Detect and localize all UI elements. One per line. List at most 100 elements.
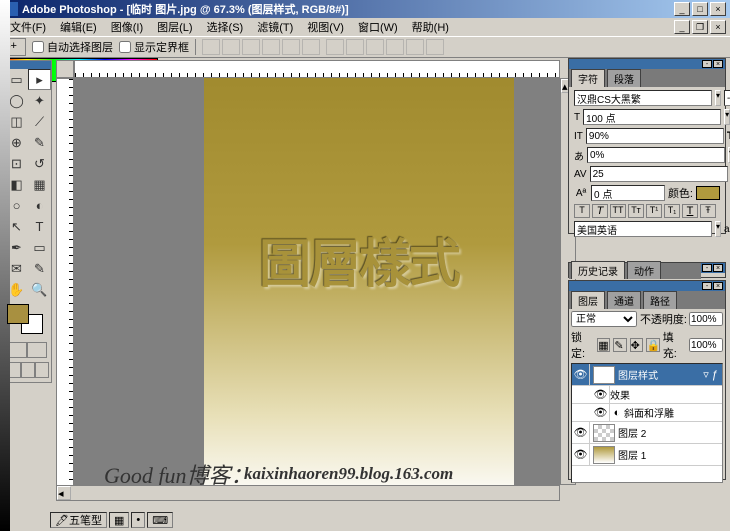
tab-layers[interactable]: 图层	[571, 291, 605, 309]
tab-paths[interactable]: 路径	[643, 291, 677, 309]
lock-all-icon[interactable]: 🔒	[646, 338, 660, 352]
layer-effect-group[interactable]: 👁 效果	[572, 386, 722, 404]
menu-select[interactable]: 选择(S)	[201, 18, 250, 36]
eyedropper-tool[interactable]: ✎	[28, 258, 51, 279]
standard-mode-icon[interactable]	[7, 342, 27, 358]
font-family-input[interactable]	[574, 90, 712, 106]
canvas-text-layer[interactable]: 圖層樣式	[204, 222, 514, 297]
layer-thumb-type-icon: T	[593, 366, 615, 384]
menu-file[interactable]: 文件(F)	[4, 18, 52, 36]
font-size-input[interactable]	[583, 109, 721, 125]
horizontal-scrollbar[interactable]: ◂	[56, 485, 560, 501]
layers-panel-grip[interactable]: -×	[569, 281, 725, 291]
vscale-icon: IT	[574, 131, 583, 142]
color-swatches[interactable]	[7, 304, 47, 338]
blend-mode-select[interactable]: 正常	[571, 311, 637, 327]
character-panel-grip[interactable]: -×	[569, 59, 725, 69]
menu-image[interactable]: 图像(I)	[105, 18, 149, 36]
subscript-button[interactable]: T₁	[664, 204, 680, 218]
tab-channels[interactable]: 通道	[607, 291, 641, 309]
scroll-left-button[interactable]: ◂	[57, 486, 71, 500]
history-brush-tool[interactable]: ↺	[28, 153, 51, 174]
font-dropdown-button[interactable]: ▾	[715, 90, 721, 106]
layer-item-1[interactable]: 👁 图层 1	[572, 444, 722, 466]
brush-tool[interactable]: ✎	[28, 132, 51, 153]
screen-mode-3[interactable]	[35, 362, 49, 378]
tab-actions[interactable]: 动作	[627, 261, 661, 279]
menu-layer[interactable]: 图层(L)	[151, 18, 198, 36]
underline-button[interactable]: T	[682, 204, 698, 218]
ime-indicator[interactable]: 🖊 五笔型	[50, 512, 107, 528]
opacity-input[interactable]	[689, 312, 723, 326]
move-tool[interactable]: ▸	[28, 69, 51, 90]
language-select[interactable]	[574, 221, 712, 237]
bold-button[interactable]: T	[574, 204, 590, 218]
horizontal-ruler[interactable]	[74, 60, 560, 78]
visibility-toggle[interactable]: 👁	[572, 364, 590, 385]
type-tool[interactable]: T	[28, 216, 51, 237]
layer-item-2[interactable]: 👁 图层 2	[572, 422, 722, 444]
menu-window[interactable]: 窗口(W)	[352, 18, 404, 36]
fg-color-swatch[interactable]	[7, 304, 29, 324]
tab-character[interactable]: 字符	[571, 69, 605, 87]
show-bounds-checkbox[interactable]: 显示定界框	[119, 39, 189, 55]
slice-tool[interactable]: ⟋	[28, 111, 51, 132]
menu-help[interactable]: 帮助(H)	[406, 18, 455, 36]
baseline-input[interactable]	[591, 185, 665, 201]
layer-item-text[interactable]: 👁 T 图层样式 ▿ ƒ	[572, 364, 722, 386]
panel-close-icon[interactable]: ×	[713, 60, 723, 68]
menu-edit[interactable]: 编辑(E)	[54, 18, 103, 36]
dodge-tool[interactable]: ◐	[28, 195, 51, 216]
ime-mode-1[interactable]: ▦	[109, 512, 129, 528]
screen-mode-2[interactable]	[21, 362, 35, 378]
quickmask-mode-icon[interactable]	[27, 342, 47, 358]
canvas-area[interactable]: 圖層樣式 Good fun博客： kaixinhaoren99.blog.163…	[74, 78, 560, 501]
lock-transparency-icon[interactable]: ▦	[597, 338, 610, 352]
doc-restore-button[interactable]: ❐	[692, 20, 708, 34]
doc-minimize-button[interactable]: _	[674, 20, 690, 34]
italic-button[interactable]: T	[592, 204, 608, 218]
vertical-ruler[interactable]	[56, 78, 74, 501]
layer-thumb	[593, 424, 615, 442]
layer-fx-indicator[interactable]: ▿ ƒ	[699, 368, 722, 381]
tab-paragraph[interactable]: 段落	[607, 69, 641, 87]
layer-effect-bevel[interactable]: 👁 ◐ 斜面和浮雕	[572, 404, 722, 422]
toolbox-grip[interactable]	[5, 61, 51, 69]
lock-position-icon[interactable]: ✥	[630, 338, 643, 352]
fill-input[interactable]	[689, 338, 723, 352]
statusbar: 🖊 五笔型 ▦ • ⌨	[50, 511, 173, 529]
auto-select-checkbox[interactable]: 自动选择图层	[32, 39, 113, 55]
smallcaps-button[interactable]: Tᴛ	[628, 204, 644, 218]
maximize-button[interactable]: □	[692, 2, 708, 16]
window-title: Adobe Photoshop - [临时 图片.jpg @ 67.3% (图层…	[22, 1, 674, 17]
distribute-buttons[interactable]	[326, 39, 444, 55]
ime-mode-2[interactable]: •	[131, 512, 145, 528]
align-buttons[interactable]	[202, 39, 320, 55]
menu-filter[interactable]: 滤镜(T)	[251, 18, 299, 36]
gradient-tool[interactable]: ▦	[28, 174, 51, 195]
tracking-a-input[interactable]	[587, 147, 725, 163]
doc-close-button[interactable]: ×	[710, 20, 726, 34]
vscale-input[interactable]	[586, 128, 724, 144]
text-color-swatch[interactable]	[696, 186, 720, 200]
font-style-input[interactable]	[724, 90, 730, 106]
lock-paint-icon[interactable]: ✎	[613, 338, 626, 352]
menu-view[interactable]: 视图(V)	[301, 18, 350, 36]
superscript-button[interactable]: T¹	[646, 204, 662, 218]
wand-tool[interactable]: ✦	[28, 90, 51, 111]
shape-tool[interactable]: ▭	[28, 237, 51, 258]
panel-minimize-icon[interactable]: -	[702, 60, 712, 68]
ime-mode-3[interactable]: ⌨	[147, 512, 173, 528]
zoom-tool[interactable]: 🔍	[28, 279, 51, 300]
layer-list: 👁 T 图层样式 ▿ ƒ 👁 效果 👁 ◐ 斜面和浮雕 👁 图层 2 👁	[571, 363, 723, 483]
minimize-button[interactable]: _	[674, 2, 690, 16]
character-panel: -× 字符 段落 ▾ ▾ T ▾ ⇅ ▾ IT T あ ▾ ▾	[568, 58, 726, 234]
tab-history[interactable]: 历史记录	[571, 261, 625, 279]
allcaps-button[interactable]: TT	[610, 204, 626, 218]
document[interactable]: 圖層樣式	[204, 78, 514, 501]
close-button[interactable]: ×	[710, 2, 726, 16]
ruler-origin[interactable]	[56, 60, 74, 78]
strikethrough-button[interactable]: Ŧ	[700, 204, 716, 218]
history-panel: -× 历史记录 动作	[568, 262, 726, 278]
kern-a-input[interactable]	[590, 166, 728, 182]
